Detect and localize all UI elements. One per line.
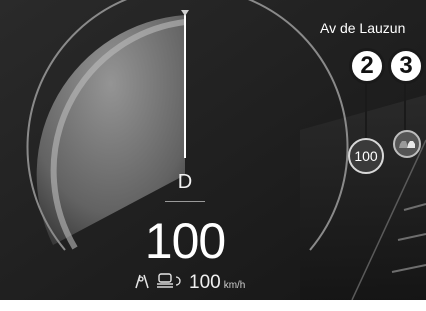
- instrument-cluster-screen: Av de Lauzun D 100 100 km/h 100 2 3: [0, 0, 426, 311]
- set-speed-unit: km/h: [223, 280, 246, 291]
- callout-3: 3: [388, 48, 424, 84]
- callout-3-leader: [404, 78, 406, 130]
- speed-limit-value: 100: [354, 148, 378, 164]
- driver-assist-bar: 100 km/h: [133, 272, 245, 294]
- set-speed-value: 100: [189, 272, 221, 293]
- callout-2-leader: [365, 78, 367, 138]
- vehicle-detection-icon: [393, 130, 421, 158]
- gear-indicator: D: [177, 171, 193, 193]
- adaptive-cruise-control-icon: [155, 272, 183, 295]
- current-speed: 100: [144, 213, 226, 269]
- street-name: Av de Lauzun: [320, 20, 406, 36]
- lane-keeping-icon: [133, 272, 151, 295]
- callout-2: 2: [349, 48, 385, 84]
- instrument-cluster: Av de Lauzun D 100 100 km/h 100 2 3: [0, 0, 426, 300]
- gear-divider: [165, 201, 205, 202]
- speed-limit-sign: 100: [348, 138, 384, 174]
